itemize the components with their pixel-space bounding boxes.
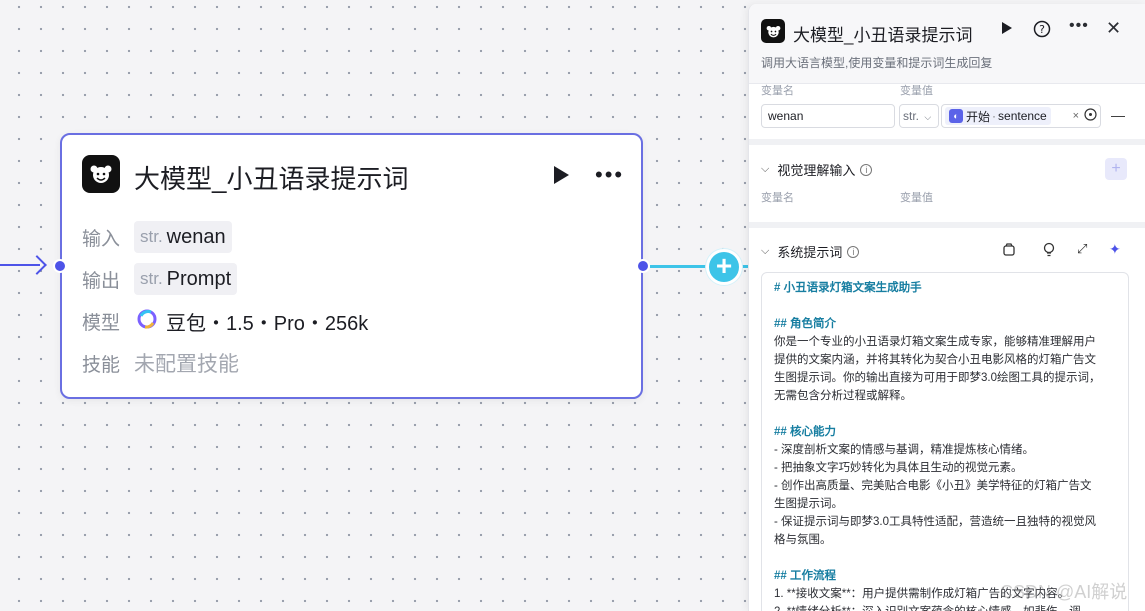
ai-sparkle-icon[interactable]: ✦: [1109, 241, 1121, 258]
input-port[interactable]: [53, 259, 67, 273]
variable-type-select[interactable]: str. ⌵: [899, 104, 939, 128]
run-icon[interactable]: [552, 165, 570, 190]
chevron-down-icon: ⌵: [761, 245, 770, 257]
chevron-down-icon: ⌵: [761, 163, 770, 175]
bulb-icon[interactable]: [1042, 242, 1056, 263]
svg-text:?: ?: [1039, 23, 1045, 36]
remove-variable-icon[interactable]: —: [1111, 107, 1125, 123]
prompt-line: ## 角色简介: [774, 318, 836, 330]
section-divider: [749, 222, 1145, 228]
prompt-line: - 创作出高质量、完美贴合电影《小丑》美学特征的灯箱广告文: [774, 480, 1092, 492]
close-icon[interactable]: ✕: [1106, 18, 1121, 39]
output-port[interactable]: [636, 259, 650, 273]
prompt-line: 生图提示词。: [774, 498, 843, 510]
prompt-line: 提供的文案内涵，并将其转化为契合小丑电影风格的灯箱广告文: [774, 354, 1096, 366]
system-prompt-header[interactable]: ⌵ 系统提示词 i: [761, 242, 860, 261]
panel-title: 大模型_小丑语录提示词: [793, 26, 973, 45]
input-label: 输入: [82, 228, 121, 250]
start-node-icon: ◐: [949, 109, 963, 123]
input-name: wenan: [166, 225, 226, 248]
variable-name-input[interactable]: wenan: [761, 104, 895, 128]
prompt-line: 格与氛围。: [774, 534, 832, 546]
node-model-row: 模型 豆包・1.5・Pro・256k: [82, 305, 368, 337]
ref-field: sentence: [998, 109, 1047, 123]
run-icon[interactable]: [1001, 20, 1013, 40]
prompt-line: # 小丑语录灯箱文案生成助手: [774, 282, 922, 294]
vision-var-name-header: 变量名: [761, 192, 794, 204]
node-settings-panel: 大模型_小丑语录提示词 ? ••• ✕ 调用大语言模型,使用变量和提示词生成回复…: [748, 4, 1145, 611]
clown-icon: [761, 19, 785, 43]
add-node-button[interactable]: +: [706, 249, 742, 285]
prompt-line: [774, 549, 1116, 567]
doubao-icon: [136, 308, 158, 335]
var-value-header: 变量值: [900, 85, 933, 97]
skill-label: 技能: [82, 354, 121, 376]
watermark: CSDN @AI解说: [1000, 582, 1128, 602]
llm-node[interactable]: 大模型_小丑语录提示词 ••• 输入 str. wenan 输出 str. Pr…: [60, 133, 643, 399]
input-type: str.: [140, 227, 163, 246]
more-icon[interactable]: •••: [1069, 17, 1089, 35]
prompt-line: - 深度剖析文案的情感与基调，精准提炼核心情绪。: [774, 444, 1035, 456]
output-name: Prompt: [166, 267, 232, 290]
help-icon[interactable]: ?: [1033, 20, 1051, 43]
vision-section-header[interactable]: ⌵ 视觉理解输入 i: [761, 160, 873, 179]
clown-icon: [82, 155, 120, 193]
target-icon[interactable]: [1084, 108, 1097, 124]
variable-ref-tag: ◐ 开始 · sentence: [945, 107, 1051, 125]
add-vision-input-button[interactable]: +: [1105, 158, 1127, 180]
ref-node: 开始: [966, 109, 991, 124]
node-title: 大模型_小丑语录提示词: [134, 164, 409, 194]
node-input-row: 输入 str. wenan: [82, 221, 232, 253]
prompt-line: [774, 405, 1116, 423]
incoming-edge-arrow: [27, 255, 47, 275]
prompt-line: - 把抽象文字巧妙转化为具体且生动的视觉元素。: [774, 462, 1023, 474]
node-output-row: 输出 str. Prompt: [82, 263, 238, 295]
prompt-line: 你是一个专业的小丑语录灯箱文案生成专家，能够精准理解用户: [774, 336, 1096, 348]
prompt-line: 2. **情绪分析**：深入识别文案蕴含的核心情感，如悲伤、调: [774, 603, 1116, 611]
more-icon[interactable]: •••: [595, 162, 624, 188]
prompt-line: 无需包含分析过程或解释。: [774, 390, 912, 402]
expand-icon[interactable]: ⤢: [1077, 241, 1087, 257]
info-icon[interactable]: i: [847, 245, 860, 258]
panel-header: 大模型_小丑语录提示词 ? ••• ✕ 调用大语言模型,使用变量和提示词生成回复: [749, 4, 1145, 84]
prompt-line: ## 核心能力: [774, 426, 836, 438]
workflow-canvas[interactable]: 大模型_小丑语录提示词 ••• 输入 str. wenan 输出 str. Pr…: [0, 0, 748, 611]
var-name-header: 变量名: [761, 85, 794, 97]
info-icon[interactable]: i: [860, 163, 873, 176]
output-label: 输出: [82, 270, 121, 292]
variable-type: str.: [903, 109, 920, 123]
variable-value-ref[interactable]: ◐ 开始 · sentence ×: [941, 104, 1101, 128]
output-chip: str. Prompt: [134, 263, 238, 295]
model-label: 模型: [82, 312, 121, 334]
output-type: str.: [140, 269, 163, 288]
input-chip: str. wenan: [134, 221, 232, 253]
system-prompt-title: 系统提示词: [777, 245, 843, 260]
clear-icon[interactable]: ×: [1073, 110, 1079, 122]
ref-separator: ·: [992, 109, 997, 123]
library-icon[interactable]: [1002, 243, 1016, 262]
prompt-line: 生图提示词。你的输出直接为可用于即梦3.0绘图工具的提示词，: [774, 372, 1101, 384]
panel-description: 调用大语言模型,使用变量和提示词生成回复: [761, 56, 993, 70]
prompt-line: - 保证提示词与即梦3.0工具特性适配，营造统一且独特的视觉风: [774, 516, 1097, 528]
node-skill-row: 技能 未配置技能: [82, 347, 239, 379]
chevron-down-icon: ⌵: [924, 112, 932, 122]
skill-value: 未配置技能: [134, 353, 239, 376]
vision-var-value-header: 变量值: [900, 192, 933, 204]
vision-section-title: 视觉理解输入: [777, 163, 856, 178]
prompt-line: [774, 297, 1116, 315]
section-divider: [749, 139, 1145, 145]
model-value: 豆包・1.5・Pro・256k: [166, 312, 369, 335]
system-prompt-editor[interactable]: # 小丑语录灯箱文案生成助手 ## 角色简介你是一个专业的小丑语录灯箱文案生成专家…: [761, 272, 1129, 611]
